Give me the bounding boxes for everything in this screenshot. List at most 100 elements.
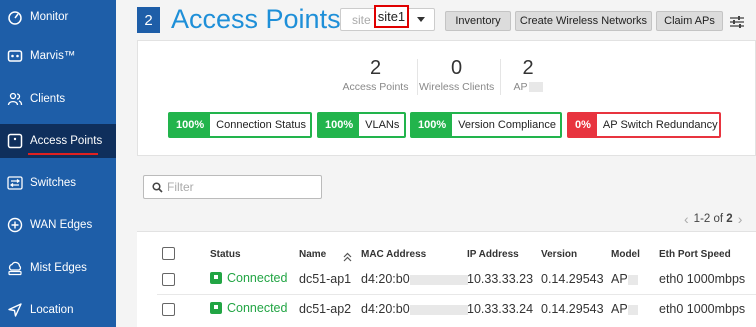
sidebar-item-location[interactable]: Location xyxy=(0,293,116,327)
status-connected: Connected xyxy=(210,301,287,315)
sidebar-item-label: Location xyxy=(30,304,74,316)
redacted-blur xyxy=(627,304,638,315)
ap-name-link[interactable]: dc51-ap1 xyxy=(299,272,351,286)
stat-value: 2 xyxy=(522,57,534,79)
sle-name: Version Compliance xyxy=(458,119,556,131)
column-header-version[interactable]: Version xyxy=(541,249,577,260)
column-header-model[interactable]: Model xyxy=(611,249,640,260)
sort-ascending-icon[interactable] xyxy=(343,252,352,265)
model: AP xyxy=(611,302,628,316)
redacted-blur xyxy=(528,82,543,93)
sidebar-item-label: Clients xyxy=(30,93,66,105)
sidebar-item-label: Marvis™ xyxy=(30,50,76,62)
sidebar-item-marvis[interactable]: Marvis™ xyxy=(0,39,116,73)
chevron-left-icon[interactable]: ‹ xyxy=(684,211,689,227)
ip-address: 10.33.33.23 xyxy=(467,272,534,286)
ap-name-link[interactable]: dc51-ap2 xyxy=(299,302,351,316)
eth-port-speed: eth0 1000mbps xyxy=(659,302,746,316)
column-header-eth-port-speed[interactable]: Eth Port Speed xyxy=(659,249,731,260)
monitor-icon xyxy=(6,8,24,26)
stat-divider xyxy=(500,59,501,95)
column-header-name[interactable]: Name xyxy=(299,249,326,260)
sle-version-compliance[interactable]: 100% Version Compliance xyxy=(410,112,562,138)
model-cell: AP xyxy=(611,302,638,316)
filter-field[interactable] xyxy=(143,175,322,199)
chevron-right-icon[interactable]: › xyxy=(738,211,743,227)
sidebar-item-label: WAN Edges xyxy=(30,219,93,231)
connected-status-icon xyxy=(210,302,222,314)
site-selector-prefix: site xyxy=(352,12,371,27)
sidebar-item-monitor[interactable]: Monitor xyxy=(0,0,116,34)
row-divider xyxy=(157,294,756,295)
sidebar-item-mist-edges[interactable]: Mist Edges xyxy=(0,251,116,285)
stat-label: Wireless Clients xyxy=(419,81,495,93)
stat-access-points: 2 Access Points xyxy=(338,56,413,93)
pagination-total: 2 xyxy=(726,213,733,225)
row-checkbox[interactable] xyxy=(162,273,175,286)
sle-name: Connection Status xyxy=(216,119,307,131)
redacted-blur xyxy=(409,304,468,315)
create-wireless-networks-button[interactable]: Create Wireless Networks xyxy=(515,11,652,31)
sle-percent: 100% xyxy=(412,114,453,136)
pagination-range: 1-2 of xyxy=(693,213,724,225)
sidebar-nav: Monitor Marvis™ Clients Access Points Sw… xyxy=(0,0,116,327)
access-points-table: Status Name MAC Address IP Address Versi… xyxy=(137,231,756,327)
sle-name: VLANs xyxy=(365,119,400,131)
wan-edge-icon xyxy=(6,216,24,234)
status-connected: Connected xyxy=(210,271,287,285)
switch-icon xyxy=(6,174,24,192)
stat-wireless-clients: 0 Wireless Clients xyxy=(419,56,494,93)
page-title: Access Points xyxy=(171,4,341,34)
sle-ap-switch-redundancy[interactable]: 0% AP Switch Redundancy xyxy=(567,112,721,138)
sle-percent: 100% xyxy=(319,114,360,136)
caret-down-icon xyxy=(417,17,426,22)
ip-address: 10.33.33.24 xyxy=(467,302,534,316)
active-item-underline xyxy=(28,153,98,155)
column-header-status[interactable]: Status xyxy=(210,249,241,260)
mac-address: d4:20:b0 xyxy=(361,302,410,316)
column-header-ip-address[interactable]: IP Address xyxy=(467,249,519,260)
sidebar-item-label: Access Points xyxy=(30,135,103,147)
sle-connection-status[interactable]: 100% Connection Status xyxy=(168,112,312,138)
sle-percent: 100% xyxy=(170,114,211,136)
pagination-text: 1-2 of 2 xyxy=(694,213,733,225)
inventory-button[interactable]: Inventory xyxy=(445,11,511,31)
sle-name: AP Switch Redundancy xyxy=(602,119,718,131)
eth-port-speed: eth0 1000mbps xyxy=(659,272,746,286)
location-icon xyxy=(6,301,24,319)
clients-icon xyxy=(6,90,24,108)
sidebar-item-clients[interactable]: Clients xyxy=(0,82,116,116)
version: 0.14.29543 xyxy=(541,302,604,316)
access-point-icon xyxy=(6,132,24,150)
claim-aps-button[interactable]: Claim APs xyxy=(656,11,723,31)
sidebar-item-label: Switches xyxy=(30,177,77,189)
stat-divider xyxy=(417,59,418,95)
mist-edge-icon xyxy=(6,259,24,277)
select-all-checkbox[interactable] xyxy=(162,247,175,260)
stat-label-wrap: AP xyxy=(508,81,548,93)
status-text: Connected xyxy=(227,271,288,285)
sidebar-item-wan-edges[interactable]: WAN Edges xyxy=(0,208,116,242)
model: AP xyxy=(611,272,628,286)
mac-address-cell: d4:20:b0 xyxy=(361,302,468,316)
sidebar-item-switches[interactable]: Switches xyxy=(0,166,116,200)
mac-address: d4:20:b0 xyxy=(361,272,410,286)
redacted-blur xyxy=(409,274,468,285)
row-checkbox[interactable] xyxy=(162,303,175,316)
settings-sliders-icon[interactable] xyxy=(728,13,746,31)
connected-status-icon xyxy=(210,272,222,284)
redacted-blur xyxy=(627,274,638,285)
stat-value: 2 xyxy=(369,57,382,79)
site-selector-value: site1 xyxy=(373,5,410,28)
sle-vlans[interactable]: 100% VLANs xyxy=(317,112,406,138)
filter-input[interactable] xyxy=(167,180,307,194)
page-count-badge: 2 xyxy=(137,7,160,33)
site-selector[interactable]: site site1 xyxy=(340,5,435,31)
column-header-mac-address[interactable]: MAC Address xyxy=(361,249,426,260)
stats-panel: 2 Access Points 0 Wireless Clients 2 AP … xyxy=(137,40,756,156)
status-text: Connected xyxy=(227,301,288,315)
mac-address-cell: d4:20:b0 xyxy=(361,272,468,286)
sidebar-item-label: Mist Edges xyxy=(30,262,87,274)
model-cell: AP xyxy=(611,272,638,286)
stat-ap: 2 AP xyxy=(508,56,548,93)
